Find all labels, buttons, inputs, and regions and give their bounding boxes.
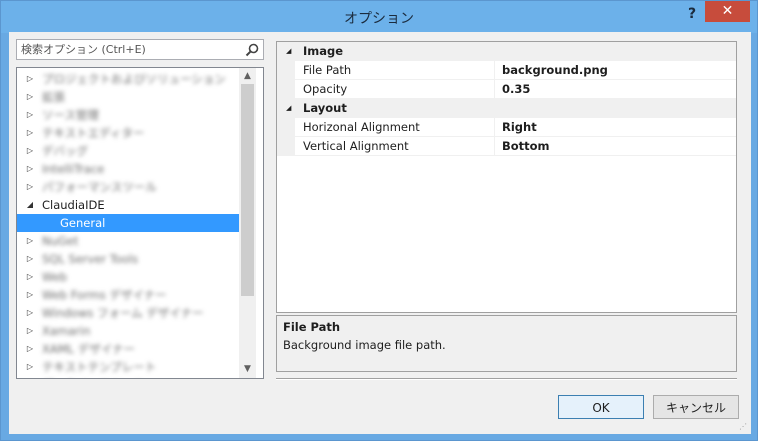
property-row-opacity[interactable]: Opacity 0.35 [277, 80, 736, 99]
category-image[interactable]: ◢ Image [277, 42, 736, 61]
tree-item[interactable]: ▷ ソース管理 [17, 106, 239, 124]
property-value[interactable]: Bottom [495, 137, 736, 156]
property-row-horizontal-alignment[interactable]: Horizonal Alignment Right [277, 118, 736, 137]
tree-item-label: ClaudiaIDE [42, 198, 105, 212]
tree-item[interactable]: General [17, 214, 239, 232]
tree-scrollbar[interactable]: ▲ ▼ [239, 68, 256, 378]
tree-item[interactable]: ▷ テキストテンプレート [17, 358, 239, 376]
tree-item-label: デバッグ [42, 144, 88, 158]
tree-item[interactable]: ▷ Xamarin [17, 322, 239, 340]
property-row-file-path[interactable]: File Path background.png [277, 61, 736, 80]
options-tree[interactable]: ▷ プロジェクトおよびソリューション ▷ 拡張 ▷ ソース管理 ▷ テキストエディター ▷ デバッ… [16, 67, 264, 379]
tree-item-label: Web [42, 270, 68, 284]
property-value[interactable]: 0.35 [495, 80, 736, 99]
tree-item-label: テキストテンプレート [42, 360, 157, 374]
property-value[interactable]: Right [495, 118, 736, 137]
tree-item[interactable]: ▷ データベースツール [17, 376, 239, 378]
category-label: Image [303, 44, 344, 58]
tree-item-label: Windows フォーム デザイナー [42, 306, 204, 320]
expand-arrow-icon[interactable]: ▷ [25, 142, 35, 160]
description-title: File Path [283, 320, 341, 334]
tree-item[interactable]: ▷ NuGet [17, 232, 239, 250]
expand-arrow-icon[interactable]: ▷ [25, 376, 35, 378]
expand-arrow-icon[interactable]: ▷ [25, 322, 35, 340]
tree-item-label: General [60, 216, 106, 230]
search-input[interactable] [19, 41, 239, 58]
close-button[interactable]: ✕ [705, 1, 750, 22]
description-text: Background image file path. [283, 338, 446, 352]
tree-item[interactable]: ▷ プロジェクトおよびソリューション [17, 70, 239, 88]
scroll-up-icon[interactable]: ▲ [239, 68, 256, 85]
collapse-icon[interactable]: ◢ [286, 99, 291, 118]
property-name: Vertical Alignment [295, 137, 495, 156]
tree-item-label: 拡張 [42, 90, 65, 104]
cancel-button[interactable]: キャンセル [653, 395, 739, 419]
property-name: Opacity [295, 80, 495, 99]
expand-arrow-icon[interactable]: ▷ [25, 88, 35, 106]
tree-item-label: プロジェクトおよびソリューション [42, 72, 226, 86]
property-name: File Path [295, 61, 495, 80]
description-panel: File Path Background image file path. [276, 315, 737, 372]
options-dialog: オプション ? ✕ ▷ プロジェクトおよびソリューション ▷ 拡張 ▷ ソース管理 ▷ テキス… [0, 0, 758, 441]
tree-item-label: NuGet [42, 234, 79, 248]
expand-arrow-icon[interactable]: ▷ [25, 124, 35, 142]
tree-item-label: ソース管理 [42, 108, 99, 122]
tree-item[interactable]: ▷ Web [17, 268, 239, 286]
dialog-body: ▷ プロジェクトおよびソリューション ▷ 拡張 ▷ ソース管理 ▷ テキストエディター ▷ デバッ… [9, 32, 751, 434]
expand-arrow-icon[interactable]: ▷ [25, 160, 35, 178]
search-icon[interactable] [244, 42, 260, 58]
property-name: Horizonal Alignment [295, 118, 495, 137]
tree-item[interactable]: ▷ IntelliTrace [17, 160, 239, 178]
tree-item-label: テキストエディター [42, 126, 145, 140]
ok-button[interactable]: OK [558, 395, 644, 419]
resize-grip-icon[interactable]: ⋰ [739, 422, 749, 432]
expand-arrow-icon[interactable]: ▷ [25, 250, 35, 268]
tree-item[interactable]: ▷ テキストエディター [17, 124, 239, 142]
dialog-title: オプション [344, 11, 414, 27]
title-bar[interactable]: オプション ? ✕ [1, 1, 757, 33]
tree-item[interactable]: ▷ Web Forms デザイナー [17, 286, 239, 304]
expand-arrow-icon[interactable]: ▷ [25, 358, 35, 376]
expand-arrow-icon[interactable]: ▷ [25, 178, 35, 196]
expand-arrow-icon[interactable]: ▷ [25, 232, 35, 250]
tree-item-label: データベースツール [42, 376, 145, 378]
tree-item-label: IntelliTrace [42, 162, 105, 176]
collapse-arrow-icon[interactable]: ◢ [25, 196, 35, 214]
tree-item-label: XAML デザイナー [42, 342, 135, 356]
property-value[interactable]: background.png [495, 61, 736, 80]
expand-arrow-icon[interactable]: ▷ [25, 340, 35, 358]
expand-arrow-icon[interactable]: ▷ [25, 286, 35, 304]
tree-item-label: Web Forms デザイナー [42, 288, 167, 302]
expand-arrow-icon[interactable]: ▷ [25, 70, 35, 88]
help-button[interactable]: ? [682, 6, 702, 24]
tree-item-label: パフォーマンスツール [42, 180, 157, 194]
scroll-down-icon[interactable]: ▼ [239, 361, 256, 378]
tree-item[interactable]: ▷ SQL Server Tools [17, 250, 239, 268]
category-label: Layout [303, 101, 347, 115]
category-layout[interactable]: ◢ Layout [277, 99, 736, 118]
scroll-thumb[interactable] [241, 84, 254, 296]
expand-arrow-icon[interactable]: ▷ [25, 106, 35, 124]
search-box[interactable] [16, 39, 264, 60]
tree-item[interactable]: ▷ Windows フォーム デザイナー [17, 304, 239, 322]
expand-arrow-icon[interactable]: ▷ [25, 304, 35, 322]
tree-item-label: SQL Server Tools [42, 252, 139, 266]
tree-item[interactable]: ▷ パフォーマンスツール [17, 178, 239, 196]
tree-item-label: Xamarin [42, 324, 91, 338]
property-grid[interactable]: ◢ Image File Path background.png Opacity… [276, 41, 737, 313]
tree-item[interactable]: ▷ デバッグ [17, 142, 239, 160]
tree-item[interactable]: ▷ 拡張 [17, 88, 239, 106]
tree-item[interactable]: ▷ XAML デザイナー [17, 340, 239, 358]
collapse-icon[interactable]: ◢ [286, 42, 291, 61]
property-row-vertical-alignment[interactable]: Vertical Alignment Bottom [277, 137, 736, 156]
expand-arrow-icon[interactable]: ▷ [25, 268, 35, 286]
divider [276, 378, 737, 380]
tree-item[interactable]: ◢ ClaudiaIDE [17, 196, 239, 214]
